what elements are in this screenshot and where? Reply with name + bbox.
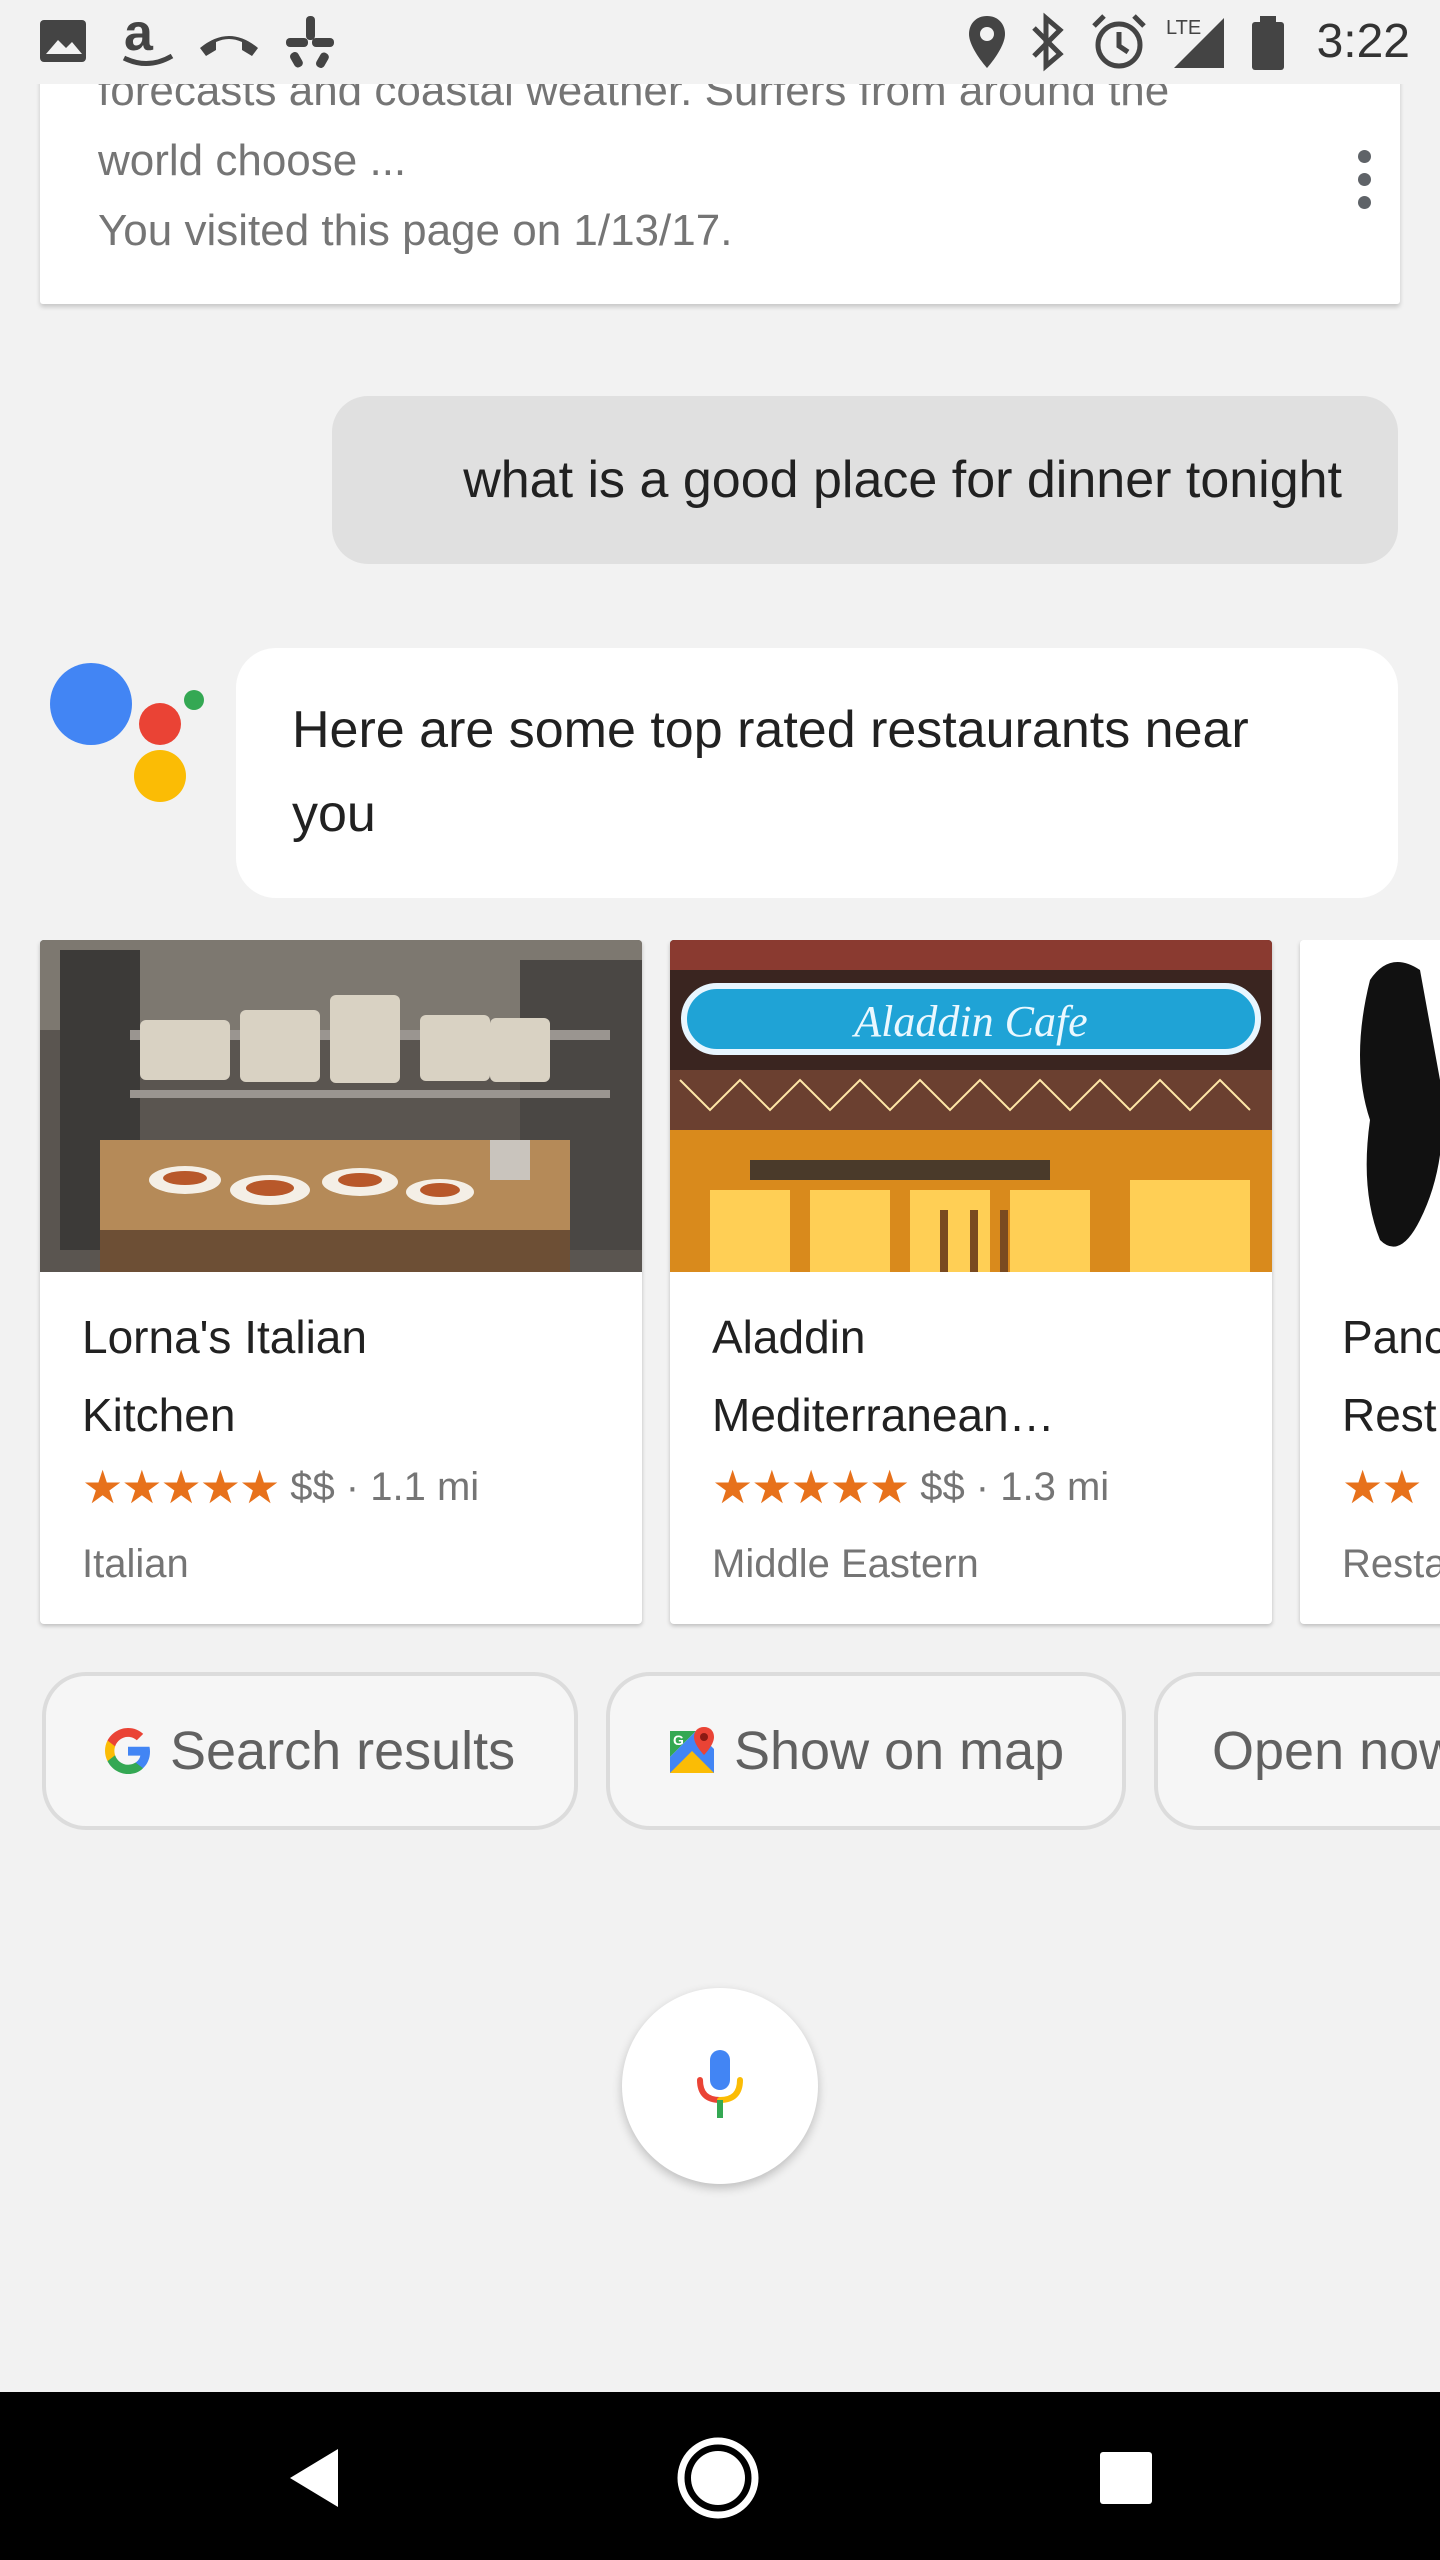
restaurant-name: Panc Rest [1342, 1298, 1440, 1454]
restaurant-card[interactable]: Lorna's Italian Kitchen ★★★★★ $$ · 1.1 m… [40, 940, 642, 1624]
svg-text:G: G [673, 1732, 684, 1748]
show-on-map-chip[interactable]: G Show on map [606, 1672, 1126, 1830]
restaurant-photo: Aladdin Cafe [670, 940, 1272, 1272]
restaurant-rating-row: ★★★★★ $$ · 1.1 mi [82, 1460, 479, 1514]
microphone-icon [692, 2046, 748, 2126]
price-distance: $$ · 1.3 mi [920, 1464, 1110, 1509]
google-maps-icon: G [666, 1725, 718, 1777]
search-results-chip[interactable]: Search results [42, 1672, 578, 1830]
restaurant-name-line: Aladdin [712, 1311, 866, 1363]
recents-button[interactable] [1078, 2430, 1174, 2526]
visited-note: You visited this page on 1/13/17. [98, 206, 733, 255]
yelp-icon [284, 14, 336, 75]
location-icon [966, 14, 1008, 75]
restaurant-rating-row: ★★★★★ $$ · 1.3 mi [712, 1460, 1109, 1514]
aladdin-cafe-sign: Aladdin Cafe [851, 997, 1087, 1046]
restaurant-carousel[interactable]: Lorna's Italian Kitchen ★★★★★ $$ · 1.1 m… [0, 940, 1440, 1630]
home-button[interactable] [670, 2430, 766, 2526]
back-button[interactable] [266, 2430, 362, 2526]
user-query-bubble[interactable]: what is a good place for dinner tonight [332, 396, 1398, 564]
image-icon [38, 18, 88, 69]
restaurant-category: Italian [82, 1542, 189, 1586]
battery-icon [1250, 14, 1286, 77]
restaurant-rating-row: ★★ [1342, 1460, 1432, 1514]
restaurant-name-line: Rest [1342, 1389, 1437, 1441]
restaurant-name-line: Panc [1342, 1311, 1440, 1363]
more-options-icon[interactable] [1354, 150, 1374, 220]
home-icon [677, 2437, 759, 2519]
restaurant-name: Lorna's Italian Kitchen [82, 1298, 612, 1454]
google-g-icon [102, 1725, 154, 1777]
show-on-map-label: Show on map [734, 1721, 1065, 1781]
svg-text:a: a [124, 6, 154, 62]
restaurant-name-line: Kitchen [82, 1389, 236, 1441]
network-label: LTE [1166, 17, 1201, 39]
open-now-label: Open now [1212, 1721, 1440, 1781]
restaurant-name-line: Lorna's Italian [82, 1311, 367, 1363]
restaurant-photo [1300, 940, 1440, 1272]
star-rating-icon: ★★★★★ [712, 1460, 910, 1514]
search-results-label: Search results [170, 1721, 516, 1781]
clock: 3:22 [1316, 15, 1410, 68]
restaurant-card[interactable]: Aladdin Cafe Aladdin Mediterranean… ★★★★… [670, 940, 1272, 1624]
missed-call-icon [196, 22, 262, 67]
result-snippet-line: world choose ... [98, 136, 407, 185]
alarm-icon [1090, 12, 1148, 77]
google-assistant-logo-icon [46, 658, 216, 808]
restaurant-category: Resta [1342, 1542, 1440, 1586]
bluetooth-icon [1028, 12, 1068, 77]
restaurant-name: Aladdin Mediterranean… [712, 1298, 1242, 1454]
recents-icon [1100, 2452, 1152, 2504]
star-rating-icon: ★★★★★ [82, 1460, 280, 1514]
microphone-button[interactable] [622, 1988, 818, 2184]
suggestion-chips: Search results G Show on map Open now [0, 1672, 1440, 1832]
star-rating-icon: ★★ [1342, 1460, 1422, 1514]
status-bar: a LTE 3:22 [0, 0, 1440, 84]
restaurant-card[interactable]: Panc Rest ★★ Resta [1300, 940, 1440, 1624]
restaurant-photo [40, 940, 642, 1272]
navigation-bar [0, 2392, 1440, 2560]
restaurant-name-line: Mediterranean… [712, 1389, 1055, 1441]
assistant-reply-bubble: Here are some top rated restaurants near… [236, 648, 1398, 898]
assistant-reply-text: Here are some top rated restaurants near… [292, 701, 1249, 843]
amazon-icon: a [118, 4, 178, 75]
restaurant-category: Middle Eastern [712, 1542, 979, 1586]
signal-icon: LTE [1164, 14, 1226, 75]
back-icon [290, 2449, 338, 2507]
user-query-text: what is a good place for dinner tonight [463, 451, 1342, 509]
open-now-chip[interactable]: Open now [1154, 1672, 1440, 1830]
price-distance: $$ · 1.1 mi [290, 1464, 480, 1509]
